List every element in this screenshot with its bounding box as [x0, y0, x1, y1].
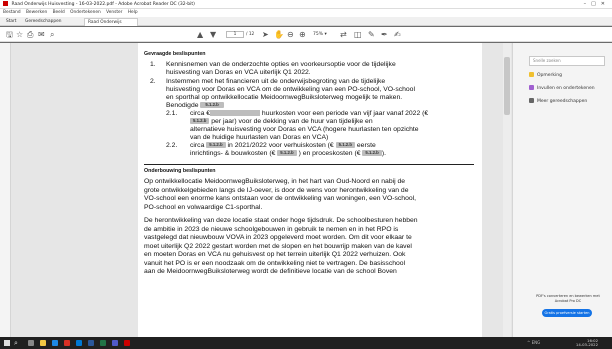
- sublist-item: 2.1. circa € huurkosten voor een periode…: [166, 110, 429, 141]
- acrobat-app-icon: [3, 1, 8, 6]
- comment-icon: [529, 72, 534, 77]
- page-up-icon[interactable]: ▲: [197, 29, 203, 40]
- draw-icon[interactable]: ✒: [381, 29, 388, 40]
- windows-taskbar: ⌕ ^ ENG 16:02 14-03-2022: [0, 337, 612, 349]
- zoom-out-icon[interactable]: ⊖: [287, 29, 294, 40]
- comment-icon[interactable]: ◫: [354, 29, 362, 40]
- list-item: 1. Kennisnemen van de onderzochte opties…: [150, 61, 396, 76]
- left-nav-strip[interactable]: [0, 43, 11, 337]
- pdf-page: Gevraagde beslispunten 1. Kennisnemen va…: [138, 43, 482, 337]
- tab-document[interactable]: Raad Onderwijs Huisv... ×: [84, 18, 138, 33]
- sublist-item: 2.2. circa 5.1.2.b in 2021/2022 voor ver…: [166, 142, 386, 157]
- acrobat-taskbar-icon[interactable]: [124, 340, 130, 346]
- save-icon[interactable]: 🖫: [6, 29, 13, 40]
- zoom-value: 75%: [313, 32, 324, 37]
- redaction-mark: 5.1.2.b: [277, 150, 297, 156]
- chrome-icon[interactable]: [64, 340, 70, 346]
- tab-tools[interactable]: Gereedschappen: [22, 18, 64, 26]
- select-cursor-icon[interactable]: ➤: [262, 29, 269, 40]
- windows-start-icon[interactable]: [4, 340, 10, 346]
- sign-icon[interactable]: ✍: [394, 29, 401, 40]
- fit-page-icon[interactable]: ⇄: [340, 29, 347, 40]
- teams-icon[interactable]: [112, 340, 118, 346]
- free-trial-button[interactable]: Gratis proefversie starten: [542, 309, 592, 317]
- page-number-input[interactable]: 1: [226, 31, 244, 38]
- section-heading: Gevraagde beslispunten: [144, 51, 206, 57]
- taskbar-search-icon[interactable]: ⌕: [14, 339, 18, 347]
- toolbar: 🖫 ☆ ⎙ ✉ ⌕ ▲ ▼ 1 / 12 ➤ ✋ ⊖ ⊕ 75% ▾ ⇄ ◫ ✎…: [0, 27, 612, 42]
- redaction-mark: 5.1.2.b: [190, 118, 210, 124]
- fill-sign-icon: [529, 85, 534, 90]
- menu-bewerken[interactable]: Bewerken: [26, 10, 47, 15]
- section-heading: Onderbouwing beslispunten: [144, 168, 216, 174]
- redaction-mark: 5.1.2.b: [335, 142, 355, 148]
- menu-venster[interactable]: Venster: [106, 10, 122, 15]
- redaction-mark: 5.1.2.b: [206, 142, 226, 148]
- more-tools-icon: [529, 98, 534, 103]
- page-current: 1: [233, 32, 237, 37]
- tool-fill-sign[interactable]: Invullen en ondertekenen: [529, 85, 595, 93]
- system-tray[interactable]: ^ ENG: [527, 340, 540, 346]
- zoom-level[interactable]: 75% ▾: [313, 31, 327, 38]
- redaction-mark: 5.1.2.b: [362, 150, 382, 156]
- menu-ondertekenen[interactable]: Ondertekenen: [70, 10, 101, 15]
- bookmark-star-icon[interactable]: ☆: [16, 29, 23, 40]
- window-titlebar: Raad Onderwijs Huisvesting - 16-03-2022.…: [0, 0, 612, 9]
- paragraph: De herontwikkeling van deze locatie staa…: [144, 217, 418, 275]
- list-item: 2. Instemmen met het financieren uit de …: [150, 78, 415, 109]
- print-icon[interactable]: ⎙: [27, 29, 33, 40]
- email-icon[interactable]: ✉: [38, 29, 45, 40]
- tabbar: Start Gereedschappen Raad Onderwijs Huis…: [0, 17, 612, 33]
- taskbar-clock[interactable]: 16:02 14-03-2022: [576, 339, 598, 347]
- task-view-icon[interactable]: [28, 340, 34, 346]
- right-tools-panel: Snelle zoeken Opmerking Invullen en onde…: [512, 43, 612, 337]
- menu-beeld[interactable]: Beeld: [53, 10, 65, 15]
- zoom-in-icon[interactable]: ⊕: [299, 29, 306, 40]
- paragraph: Op ontwikkellocatie MeidoornwegBuikslote…: [144, 178, 417, 211]
- menu-help[interactable]: Help: [128, 10, 138, 15]
- page-total: / 12: [246, 32, 255, 37]
- word-icon[interactable]: [88, 340, 94, 346]
- vertical-scrollbar[interactable]: [503, 43, 511, 337]
- window-title: Raad Onderwijs Huisvesting - 16-03-2022.…: [11, 2, 195, 7]
- scrollbar-thumb[interactable]: [504, 57, 510, 115]
- file-explorer-icon[interactable]: [40, 340, 46, 346]
- search-icon[interactable]: ⌕: [50, 29, 54, 40]
- excel-icon[interactable]: [100, 340, 106, 346]
- redaction-mark: 5.1.2.b: [200, 102, 224, 108]
- section-divider: [144, 164, 474, 165]
- page-down-icon[interactable]: ▼: [210, 29, 216, 40]
- promo-text: PDF's converteren en bewerken met Acroba…: [536, 294, 600, 303]
- window-controls[interactable]: –□✕: [584, 0, 610, 9]
- redaction-bar: [210, 110, 261, 116]
- tools-search-input[interactable]: Snelle zoeken: [529, 56, 605, 66]
- edge-icon[interactable]: [52, 340, 58, 346]
- menu-bestand[interactable]: Bestand: [3, 10, 21, 15]
- tool-more[interactable]: Meer gereedschappen: [529, 98, 587, 106]
- document-viewport[interactable]: Gevraagde beslispunten 1. Kennisnemen va…: [0, 43, 512, 337]
- highlight-icon[interactable]: ✎: [368, 29, 375, 40]
- hand-icon[interactable]: ✋: [274, 29, 284, 40]
- tool-comment[interactable]: Opmerking: [529, 72, 562, 80]
- menubar: Bestand Bewerken Beeld Ondertekenen Vens…: [0, 9, 612, 17]
- tab-start[interactable]: Start: [3, 18, 20, 26]
- outlook-icon[interactable]: [76, 340, 82, 346]
